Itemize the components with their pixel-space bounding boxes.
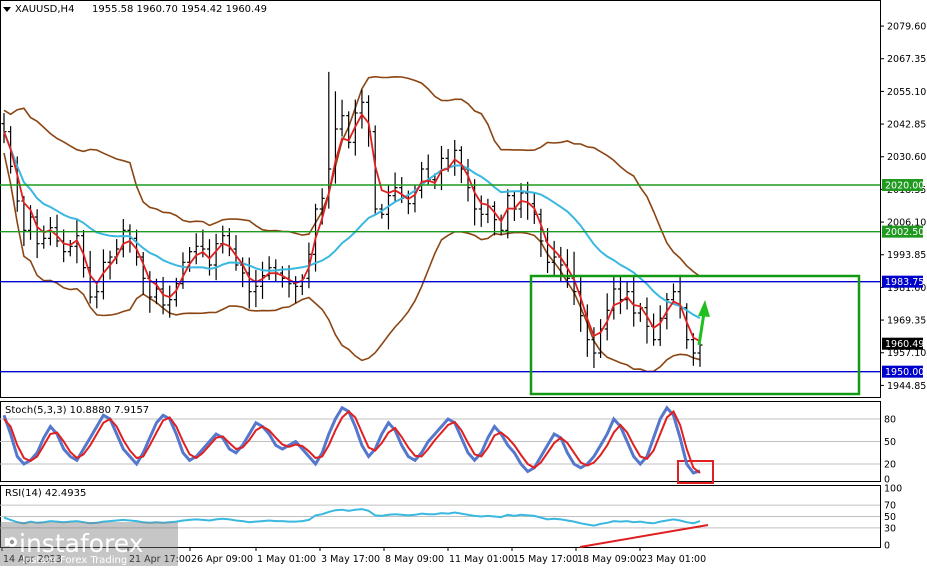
level-label: 2020.00 (885, 181, 924, 192)
symbol-timeframe: XAUUSD,H4 (15, 4, 74, 15)
time-label: 15 May 17:00 (513, 554, 578, 565)
rsi-label: RSI(14) 42.4935 (5, 488, 86, 499)
stochastic-level-label: 20 (884, 460, 896, 471)
watermark-tagline: Instant Forex Trading (22, 555, 127, 566)
time-label: 8 May 09:00 (385, 554, 444, 565)
stochastic-level-label: 50 (884, 437, 896, 448)
price-tick-label: 2067.35 (887, 54, 926, 65)
ohlc-values: 1955.58 1960.70 1954.42 1960.49 (92, 4, 267, 15)
level-label: 2002.50 (885, 227, 924, 238)
stochastic-label: Stoch(5,3,3) 10.8880 7.9157 (5, 405, 149, 416)
price-tick-label: 1969.35 (887, 316, 926, 327)
time-label: 3 May 17:00 (321, 554, 380, 565)
rsi-axis-label: 100 (884, 484, 902, 495)
instaforex-logo-icon (5, 537, 17, 547)
price-chart: 2079.602067.352055.102042.852030.602018.… (0, 0, 926, 566)
price-tick-label: 1993.85 (887, 250, 926, 261)
rsi-axis-label: 30 (884, 523, 896, 534)
main-pane (0, 0, 881, 398)
stochastic-level-label: 80 (884, 415, 896, 426)
price-tick-label: 2055.10 (887, 87, 926, 98)
time-label: 11 May 01:00 (449, 554, 514, 565)
price-tick-label: 2042.85 (887, 120, 926, 131)
current-price-label: 1960.49 (885, 339, 924, 350)
level-label: 1950.00 (885, 367, 924, 378)
rsi-axis-label: 70 (884, 501, 896, 512)
time-label: 26 Apr 09:00 (191, 554, 253, 565)
price-tick-label: 2079.60 (887, 22, 926, 33)
time-label: 23 May 01:00 (641, 554, 706, 565)
rsi-axis-label: 0 (884, 541, 890, 552)
instaforex-watermark: instaforex Instant Forex Trading (0, 522, 178, 566)
price-tick-label: 1944.85 (887, 381, 926, 392)
rsi-axis-label: 50 (884, 512, 896, 523)
watermark-brand: instaforex (19, 529, 144, 558)
time-label: 18 May 09:00 (577, 554, 642, 565)
time-label: 1 May 01:00 (257, 554, 316, 565)
price-axis: 2079.602067.352055.102042.852030.602018.… (880, 22, 926, 392)
price-tick-label: 2030.60 (887, 152, 926, 163)
level-label: 1983.75 (885, 277, 924, 288)
